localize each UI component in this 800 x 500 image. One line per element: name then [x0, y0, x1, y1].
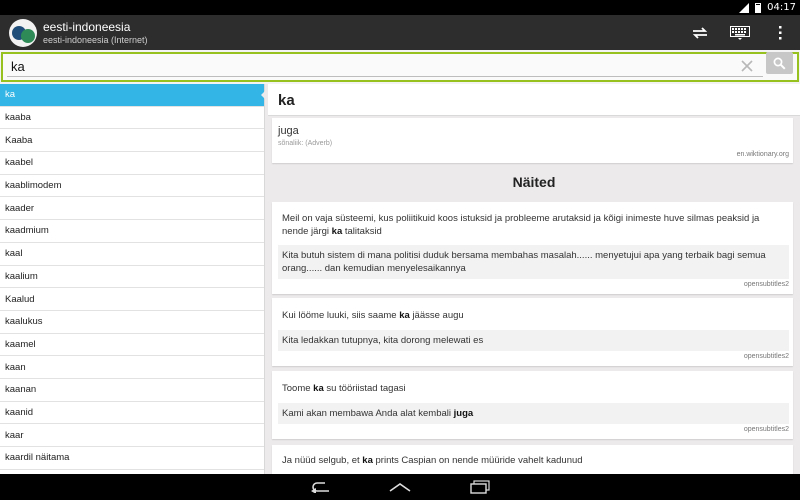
word-list-item[interactable]: kaadmium — [0, 220, 264, 243]
app-logo-icon[interactable] — [9, 19, 37, 47]
status-bar: 04:17 — [0, 0, 800, 15]
word-list-item[interactable]: kaaba — [0, 107, 264, 130]
search-button[interactable] — [766, 52, 793, 74]
home-icon[interactable] — [387, 478, 413, 496]
status-icons: 04:17 — [739, 0, 796, 15]
example-card[interactable]: Ja nüüd selgub, et ka prints Caspian on … — [272, 445, 793, 474]
search-icon — [773, 57, 786, 70]
app-subtitle: eesti-indoneesia (Internet) — [43, 35, 148, 45]
example-source-text: Toome ka su tööriistad tagasi — [282, 383, 406, 394]
example-source-text: Ja nüüd selgub, et ka prints Caspian on … — [282, 455, 583, 466]
action-bar: eesti-indoneesia eesti-indoneesia (Inter… — [0, 15, 800, 50]
example-origin[interactable]: opensubtitles2 — [744, 281, 789, 288]
status-time: 04:17 — [767, 2, 796, 13]
examples-title: Näited — [512, 174, 556, 190]
word-list-item[interactable]: kaabel — [0, 152, 264, 175]
overflow-menu-icon[interactable] — [769, 22, 791, 44]
word-list-item[interactable]: kaardil näitama — [0, 447, 264, 470]
search-input[interactable] — [7, 57, 763, 77]
example-origin[interactable]: opensubtitles2 — [744, 426, 789, 433]
word-list[interactable]: ka kaaba Kaaba kaabel kaablimodem kaader kaadm… — [0, 84, 265, 474]
part-of-speech: sõnaliik: (Adverb) — [278, 140, 333, 147]
example-translation-text: Kami akan membawa Anda alat kembali juga — [278, 403, 789, 424]
headword: ka — [278, 92, 295, 109]
app-title: eesti-indoneesia — [43, 20, 131, 34]
navigation-bar — [0, 474, 800, 500]
word-list-item[interactable]: kaan — [0, 356, 264, 379]
word-list-item[interactable]: kaal — [0, 243, 264, 266]
word-list-item[interactable]: Kaaba — [0, 129, 264, 153]
word-list-item[interactable]: kaablimodem — [0, 175, 264, 198]
back-icon[interactable] — [307, 478, 333, 496]
word-list-item[interactable]: kaalium — [0, 266, 264, 289]
example-translation-text: Kita butuh sistem di mana politisi duduk… — [278, 245, 789, 279]
headword-bar: ka — [268, 84, 800, 116]
clear-icon[interactable] — [739, 58, 755, 74]
sync-icon[interactable] — [689, 22, 711, 44]
recents-icon[interactable] — [467, 478, 493, 496]
word-list-item[interactable]: kaader — [0, 197, 264, 221]
keyboard-icon[interactable] — [729, 22, 751, 44]
search-bar — [0, 50, 800, 84]
example-source-text: Kui lööme luuki, siis saame ka jäässe au… — [282, 310, 464, 321]
word-list-item[interactable]: kaanan — [0, 379, 264, 402]
word-list-item[interactable]: kaamel — [0, 334, 264, 357]
translation-card[interactable]: juga sõnaliik: (Adverb) en.wiktionary.or… — [272, 118, 793, 163]
example-translation-text: Kita ledakkan tutupnya, kita dorong mele… — [278, 330, 789, 351]
example-source-text: Meil on vaja süsteemi, kus poliitikuid k… — [282, 213, 760, 237]
example-card[interactable]: Kui lööme luuki, siis saame ka jäässe au… — [272, 298, 793, 366]
battery-icon — [755, 2, 762, 13]
example-card[interactable]: Meil on vaja süsteemi, kus poliitikuid k… — [272, 202, 793, 294]
translation-source[interactable]: en.wiktionary.org — [737, 151, 789, 158]
selection-pointer — [261, 89, 267, 101]
example-origin[interactable]: opensubtitles2 — [744, 353, 789, 360]
word-list-item[interactable]: kaalukus — [0, 311, 264, 334]
word-list-item[interactable]: Kaalud — [0, 288, 264, 311]
example-card[interactable]: Toome ka su tööriistad tagasi Kami akan … — [272, 371, 793, 439]
entry-details: ka juga sõnaliik: (Adverb) en.wiktionary… — [268, 84, 800, 474]
search-frame — [1, 52, 799, 82]
word-list-item[interactable]: kaar — [0, 424, 264, 447]
signal-icon — [739, 2, 750, 13]
word-list-item[interactable]: kaanid — [0, 402, 264, 425]
translation-word: juga — [278, 125, 299, 137]
word-list-item[interactable]: ka — [0, 84, 264, 107]
